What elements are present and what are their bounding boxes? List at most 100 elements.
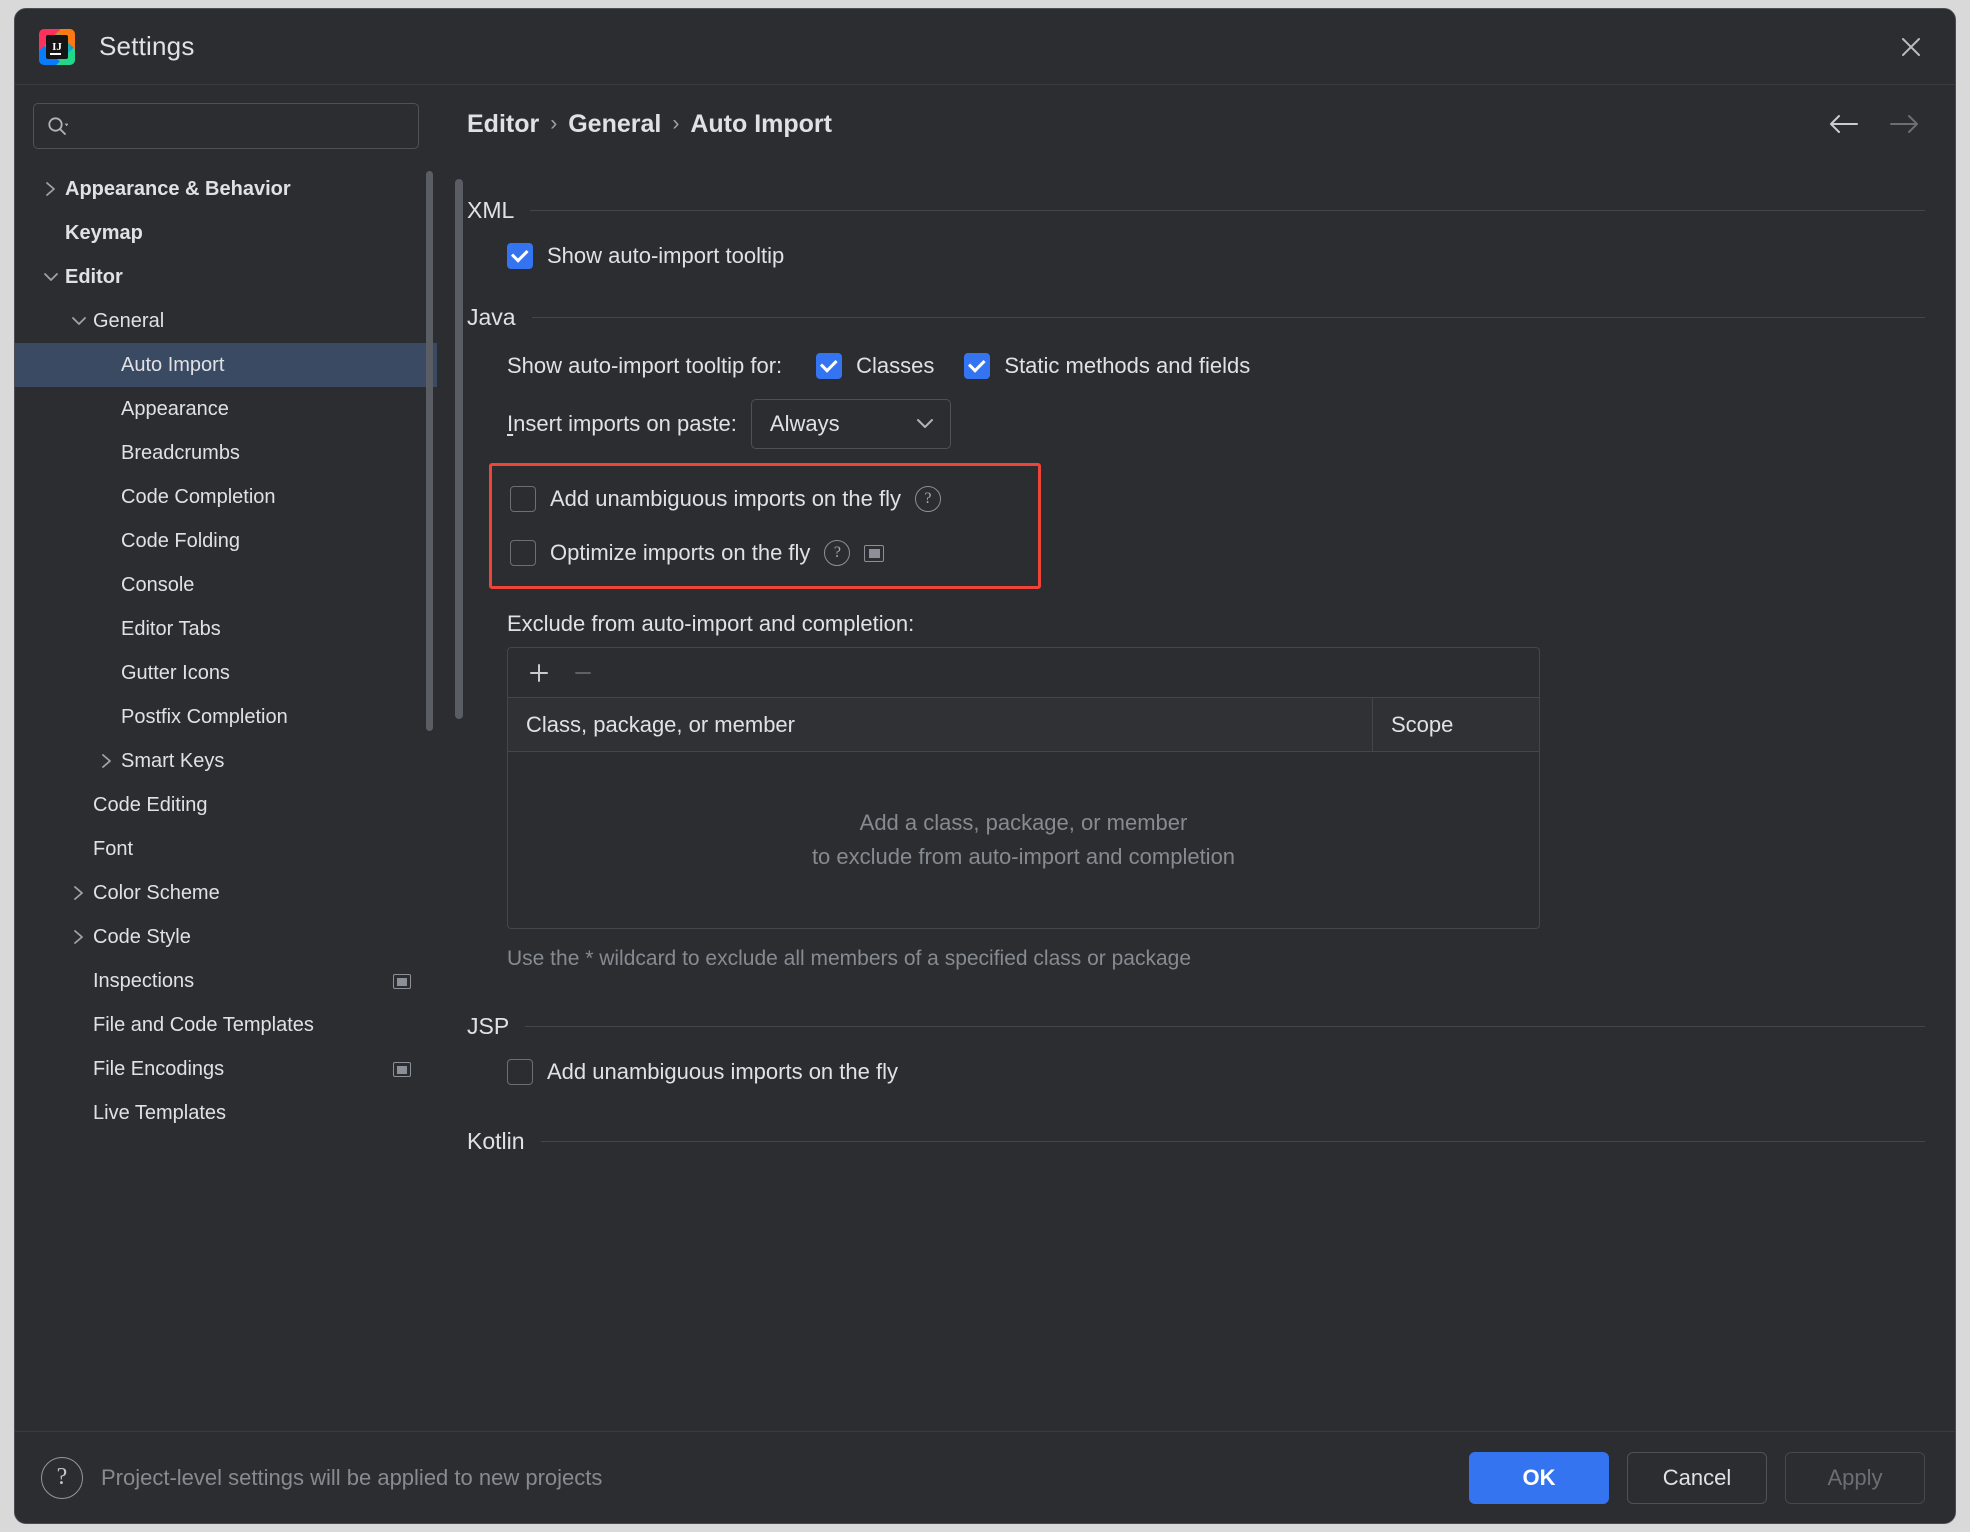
ok-button[interactable]: OK: [1469, 1451, 1609, 1504]
chevron-right-icon[interactable]: [65, 884, 93, 902]
sidebar-item-label: Code Completion: [121, 485, 276, 508]
sidebar-item-inspections[interactable]: Inspections: [15, 959, 437, 1003]
add-unambiguous-imports-checkbox[interactable]: [510, 486, 536, 512]
add-unambiguous-imports-label[interactable]: Add unambiguous imports on the fly: [550, 486, 901, 512]
column-header-scope[interactable]: Scope: [1373, 698, 1539, 751]
section-rule: [540, 1141, 1925, 1142]
section-header-java: Java: [467, 304, 1925, 331]
title-bar: IJ Settings: [15, 9, 1955, 85]
chevron-down-icon[interactable]: [65, 314, 93, 328]
sidebar-item-file-and-code-templates[interactable]: File and Code Templates: [15, 1003, 437, 1047]
java-classes-label[interactable]: Classes: [856, 353, 934, 379]
sidebar-item-label: Editor Tabs: [121, 617, 221, 640]
optimize-imports-row[interactable]: Optimize imports on the fly ?: [510, 526, 1038, 580]
chevron-down-icon: [916, 416, 934, 433]
java-classes-row[interactable]: Classes: [816, 340, 934, 392]
minus-icon[interactable]: [566, 656, 600, 690]
plus-icon[interactable]: [522, 656, 556, 690]
optimize-imports-label[interactable]: Optimize imports on the fly: [550, 540, 810, 566]
apply-button[interactable]: Apply: [1785, 1451, 1925, 1504]
sidebar-item-gutter-icons[interactable]: Gutter Icons: [15, 651, 437, 695]
java-static-members-checkbox[interactable]: [964, 353, 991, 379]
chevron-right-icon[interactable]: [93, 752, 121, 770]
jsp-add-unambiguous-label[interactable]: Add unambiguous imports on the fly: [547, 1059, 898, 1085]
sidebar-item-label: Color Scheme: [93, 881, 220, 904]
search-input[interactable]: [76, 116, 406, 136]
sidebar-item-appearance-behavior[interactable]: Appearance & Behavior: [15, 167, 437, 211]
sidebar-item-label: Breadcrumbs: [121, 441, 240, 464]
sidebar-item-code-completion[interactable]: Code Completion: [15, 475, 437, 519]
section-title-xml: XML: [467, 197, 515, 223]
breadcrumb-part-editor[interactable]: Editor: [467, 110, 539, 139]
sidebar-item-label: Auto Import: [121, 353, 225, 376]
sidebar-item-console[interactable]: Console: [15, 563, 437, 607]
xml-show-tooltip-checkbox[interactable]: [507, 243, 533, 269]
breadcrumb-separator: ›: [672, 112, 680, 135]
exclude-table: Class, package, or member Scope Add a cl…: [507, 647, 1540, 929]
chevron-down-icon[interactable]: [37, 270, 65, 284]
sidebar-item-label: General: [93, 309, 165, 332]
sidebar-item-editor-tabs[interactable]: Editor Tabs: [15, 607, 437, 651]
sidebar-item-label: Font: [93, 837, 134, 860]
sidebar-item-appearance[interactable]: Appearance: [15, 387, 437, 431]
chevron-right-icon[interactable]: [65, 928, 93, 946]
java-static-members-row[interactable]: Static methods and fields: [964, 340, 1250, 392]
column-header-class[interactable]: Class, package, or member: [508, 698, 1373, 751]
wildcard-hint: Use the * wildcard to exclude all member…: [507, 947, 1191, 970]
empty-state-line-2: to exclude from auto-import and completi…: [811, 844, 1236, 869]
help-icon[interactable]: ?: [914, 486, 941, 512]
sidebar-item-label: File Encodings: [93, 1057, 225, 1080]
help-icon[interactable]: ?: [41, 1456, 83, 1499]
sidebar-item-color-scheme[interactable]: Color Scheme: [15, 871, 437, 915]
xml-show-tooltip-label[interactable]: Show auto-import tooltip: [547, 243, 784, 269]
add-unambiguous-imports-row[interactable]: Add unambiguous imports on the fly ?: [510, 472, 1038, 526]
sidebar-item-label: Smart Keys: [121, 749, 225, 772]
sidebar-item-code-style[interactable]: Code Style: [15, 915, 437, 959]
search-box[interactable]: [33, 103, 419, 149]
section-rule: [530, 210, 1925, 211]
insert-imports-on-paste-select[interactable]: Always: [750, 399, 951, 449]
insert-imports-on-paste-value: Always: [769, 411, 840, 436]
insert-imports-label-rest: nsert imports on paste:: [513, 411, 737, 436]
sidebar-item-postfix-completion[interactable]: Postfix Completion: [15, 695, 437, 739]
close-icon[interactable]: [1891, 27, 1931, 67]
sidebar-item-code-folding[interactable]: Code Folding: [15, 519, 437, 563]
sidebar-item-general[interactable]: General: [15, 299, 437, 343]
sidebar-item-auto-import[interactable]: Auto Import: [15, 343, 437, 387]
arrow-left-icon[interactable]: [1823, 104, 1863, 144]
section-title-jsp: JSP: [467, 1013, 510, 1039]
jsp-add-unambiguous-checkbox[interactable]: [507, 1059, 533, 1085]
sidebar-item-breadcrumbs[interactable]: Breadcrumbs: [15, 431, 437, 475]
help-icon[interactable]: ?: [824, 540, 851, 566]
exclude-table-toolbar: [508, 648, 1539, 698]
sidebar-scrollbar-thumb[interactable]: [426, 171, 433, 731]
search-container: [15, 85, 437, 161]
optimize-imports-checkbox[interactable]: [510, 540, 536, 566]
project-scope-icon: [393, 973, 411, 989]
section-header-kotlin: Kotlin: [467, 1128, 1925, 1155]
breadcrumb-part-general[interactable]: General: [568, 110, 661, 139]
content-scrollbar-thumb[interactable]: [455, 179, 463, 719]
xml-show-tooltip-row[interactable]: Show auto-import tooltip: [507, 230, 1925, 282]
project-scope-icon: [393, 1061, 411, 1077]
section-body-java: Show auto-import tooltip for: Classes St…: [467, 337, 1925, 971]
logo-text: IJ: [46, 34, 68, 59]
sidebar-item-editor[interactable]: Editor: [15, 255, 437, 299]
chevron-right-icon[interactable]: [37, 180, 65, 198]
section-body-jsp: Add unambiguous imports on the fly: [467, 1046, 1925, 1098]
java-static-members-label[interactable]: Static methods and fields: [1004, 353, 1250, 379]
sidebar-item-keymap[interactable]: Keymap: [15, 211, 437, 255]
sidebar-item-font[interactable]: Font: [15, 827, 437, 871]
jsp-add-unambiguous-row[interactable]: Add unambiguous imports on the fly: [507, 1046, 1925, 1098]
dialog-body: Appearance & Behavior Keymap Editor General…: [15, 85, 1955, 1431]
sidebar-item-live-templates[interactable]: Live Templates: [15, 1091, 437, 1135]
java-classes-checkbox[interactable]: [816, 353, 843, 379]
section-rule: [531, 317, 1925, 318]
cancel-button[interactable]: Cancel: [1627, 1451, 1767, 1504]
sidebar-item-code-editing[interactable]: Code Editing: [15, 783, 437, 827]
sidebar-item-file-encodings[interactable]: File Encodings: [15, 1047, 437, 1091]
footer-note: Project-level settings will be applied t…: [101, 1464, 603, 1490]
arrow-right-icon[interactable]: [1885, 104, 1925, 144]
sidebar-item-label: Postfix Completion: [121, 705, 288, 728]
sidebar-item-smart-keys[interactable]: Smart Keys: [15, 739, 437, 783]
